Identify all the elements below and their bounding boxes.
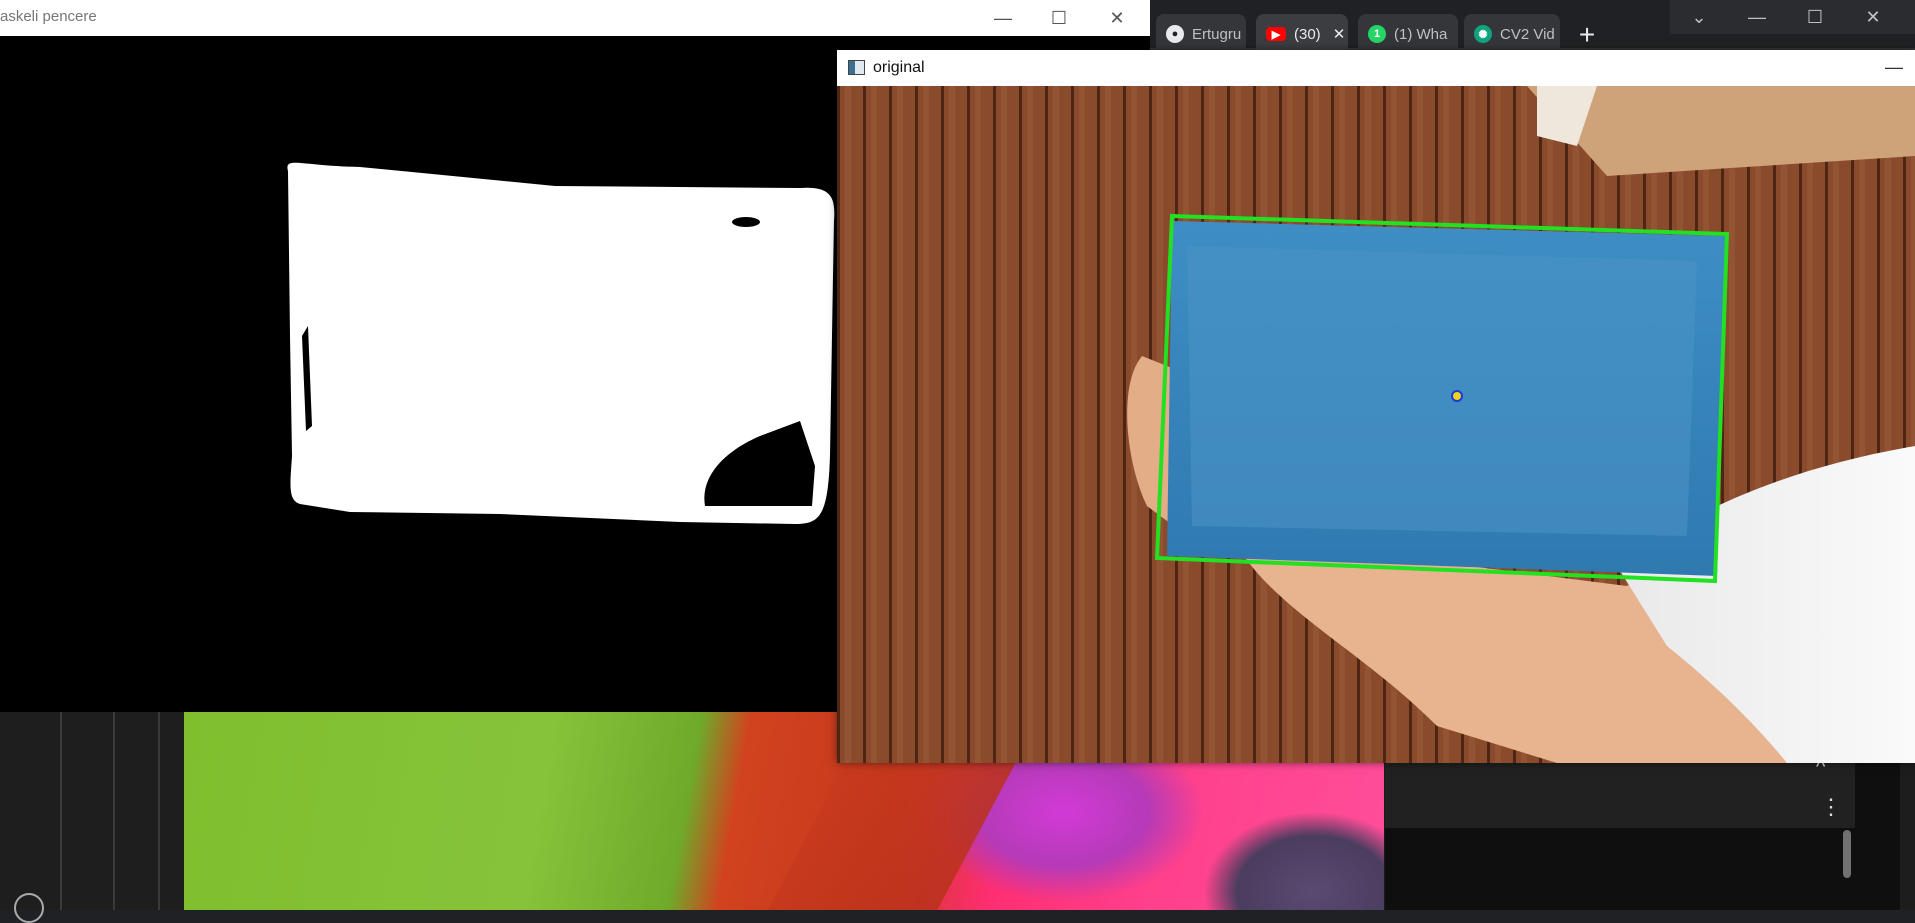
mask-hole	[732, 217, 760, 227]
center-dot	[1451, 390, 1463, 402]
app-icon	[848, 60, 865, 75]
browser-tab-github[interactable]: ● Ertugru	[1156, 14, 1246, 54]
minimize-button[interactable]: —	[980, 4, 1026, 32]
close-tab-icon[interactable]: ✕	[1333, 25, 1346, 43]
browser-tab-label: (1) Wha	[1394, 25, 1448, 43]
browser-tab-chatgpt[interactable]: ✺ CV2 Vid	[1464, 14, 1560, 54]
maximize-button[interactable]: ☐	[1786, 0, 1844, 34]
github-icon: ●	[1166, 25, 1184, 43]
more-options-icon[interactable]: ⋮	[1820, 794, 1842, 820]
browser-tab-label: CV2 Vid	[1500, 25, 1555, 43]
window-edge	[1900, 760, 1915, 910]
account-icon[interactable]	[14, 893, 44, 923]
editor-sidebar	[0, 710, 184, 910]
whatsapp-icon: 1	[1368, 25, 1386, 43]
window-title: original	[873, 59, 925, 76]
chatgpt-icon: ✺	[1474, 25, 1492, 43]
close-button[interactable]: ✕	[1094, 4, 1140, 32]
minimize-button[interactable]: —	[1728, 0, 1786, 34]
youtube-icon: ▶	[1266, 27, 1286, 41]
browser-tab-label: Ertugru	[1192, 25, 1242, 43]
scrollbar-thumb[interactable]	[1843, 830, 1851, 878]
sidebar-divider	[113, 712, 115, 910]
browser-tab-youtube[interactable]: ▶ (30) ✕	[1256, 14, 1348, 54]
mask-window-titlebar[interactable]: askeli pencere — ☐ ✕	[0, 0, 1150, 36]
browser-tab-whatsapp[interactable]: 1 (1) Wha	[1358, 14, 1458, 54]
browser-window-controls: ⌄ — ☐ ✕	[1670, 0, 1915, 34]
minimize-button[interactable]: —	[1879, 52, 1909, 82]
original-window-titlebar[interactable]: original —	[837, 50, 1915, 86]
browser-tab-label: (30)	[1294, 25, 1321, 43]
mask-speck	[466, 499, 473, 505]
tab-search-icon[interactable]: ⌄	[1670, 0, 1728, 34]
maximize-button[interactable]: ☐	[1036, 4, 1082, 32]
close-button[interactable]: ✕	[1844, 0, 1902, 34]
new-tab-button[interactable]: +	[1570, 19, 1604, 50]
sidebar-divider	[158, 712, 160, 910]
window-title: askeli pencere	[0, 8, 97, 25]
video-panel-header	[1385, 760, 1855, 828]
mask-speck	[432, 498, 439, 504]
camera-frame	[837, 86, 1915, 763]
blue-box-inner	[1187, 246, 1697, 536]
sidebar-divider	[60, 712, 62, 910]
